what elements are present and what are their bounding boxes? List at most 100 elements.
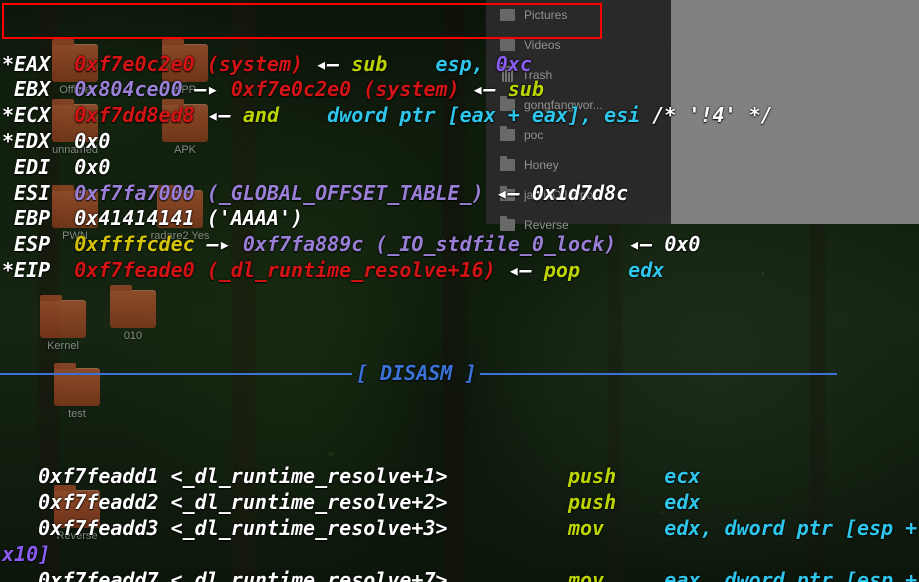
register-row: *EDX 0x0 <box>0 129 919 155</box>
register-name: ECX <box>14 103 51 128</box>
register-marker: * <box>2 257 15 282</box>
disasm-gap2 <box>616 464 664 488</box>
banner-rule-right <box>480 373 838 376</box>
disasm-gap <box>448 464 568 488</box>
register-name: ESP <box>14 232 51 257</box>
register-value-segment: ◂— <box>483 180 532 205</box>
banner-rule-left <box>0 373 352 376</box>
register-gap <box>50 206 74 230</box>
disasm-indent <box>2 490 38 514</box>
screen: Offline APP unnamed APK PWN radare2 Yes Kernel… <box>0 0 919 582</box>
disasm-banner: [ DISASM ] <box>0 361 919 387</box>
register-value-segment: —▸ <box>194 232 243 257</box>
register-value-segment: 0xf7feade0 (_dl_runtime_resolve+16) <box>74 257 496 282</box>
register-value-segment: —▸ <box>182 77 231 102</box>
register-value-segment: 0x0 <box>74 154 111 179</box>
register-row: ESP 0xffffcdec —▸ 0xf7fa889c (_IO_stdfil… <box>0 232 919 258</box>
register-row: EBX 0x804ce00 —▸ 0xf7e0c2e0 (system) ◂— … <box>0 77 919 103</box>
register-value-segment: ◂— <box>303 51 352 76</box>
register-value-segment: ◂— <box>459 77 508 102</box>
register-gap <box>50 232 74 256</box>
register-row: EDI 0x0 <box>0 155 919 181</box>
disasm-row: 0xf7feadd2 <_dl_runtime_resolve+2> push … <box>0 490 919 516</box>
disasm-address: 0xf7feadd7 <_dl_runtime_resolve+7> <box>38 567 448 582</box>
register-value-segment: esp, <box>435 51 496 76</box>
register-value-segment: ◂— <box>194 103 243 128</box>
register-row: ESI 0xf7fa7000 (_GLOBAL_OFFSET_TABLE_) ◂… <box>0 181 919 207</box>
disasm-operands: ecx <box>664 464 701 489</box>
register-value-segment: 0xf7e0c2e0 (system) <box>230 77 460 102</box>
register-value-segment: sub <box>351 51 388 76</box>
register-value-segment: pop <box>543 257 580 282</box>
register-gap <box>50 103 74 127</box>
register-marker <box>2 155 14 179</box>
register-value-segment: 0x1d7d8c <box>531 180 629 205</box>
disasm-gap2 <box>604 516 664 540</box>
register-gap <box>50 77 74 101</box>
disasm-wrap-row: x10] <box>0 542 919 568</box>
registers-panel: *EAX 0xf7e0c2e0 (system) ◂— sub esp, 0xc… <box>0 52 919 284</box>
register-value-segment <box>279 103 327 127</box>
register-row: *ECX 0xf7dd8ed8 ◂— and dword ptr [eax + … <box>0 103 919 129</box>
register-marker <box>2 77 14 101</box>
register-value-segment: 0x804ce00 <box>74 77 183 102</box>
disasm-operands: edx <box>664 490 701 515</box>
register-name: EBX <box>14 77 51 102</box>
register-value-segment: and <box>242 103 279 128</box>
register-name: EDX <box>14 128 51 153</box>
disasm-gap2 <box>616 490 664 514</box>
register-row: EBP 0x41414141 ('AAAA') <box>0 206 919 232</box>
register-gap <box>50 155 74 179</box>
register-gap <box>50 258 74 282</box>
register-gap <box>50 129 74 153</box>
register-name: ESI <box>14 180 51 205</box>
register-value-segment: 0x0 <box>664 232 701 257</box>
register-value-segment <box>580 258 628 282</box>
disasm-address: 0xf7feadd2 <_dl_runtime_resolve+2> <box>38 490 448 515</box>
register-value-segment: 0x0 <box>74 128 111 153</box>
disasm-indent <box>2 516 38 540</box>
register-marker <box>2 206 14 230</box>
register-marker: * <box>2 128 15 153</box>
register-value-segment: 0xf7fa889c (_IO_stdfile_0_lock) <box>242 232 617 257</box>
register-gap <box>50 181 74 205</box>
disasm-mnemonic: push <box>567 490 617 515</box>
register-value-segment: ◂— <box>616 232 665 257</box>
disasm-gap <box>448 490 568 514</box>
register-marker <box>2 181 14 205</box>
disasm-gap <box>448 516 568 540</box>
disasm-row: 0xf7feadd1 <_dl_runtime_resolve+1> push … <box>0 464 919 490</box>
disasm-indent <box>2 568 38 582</box>
register-value-segment: /* '!4' */ <box>652 103 773 128</box>
register-value-segment: 0xf7e0c2e0 (system) <box>74 51 304 76</box>
disasm-address: 0xf7feadd3 <_dl_runtime_resolve+3> <box>38 515 448 540</box>
register-value-segment <box>387 52 435 76</box>
register-row: *EAX 0xf7e0c2e0 (system) ◂— sub esp, 0xc <box>0 52 919 78</box>
register-name: EIP <box>14 257 51 282</box>
disasm-wrap-text: x10] <box>2 541 51 566</box>
disassembly-panel: 0xf7feadd1 <_dl_runtime_resolve+1> push … <box>0 464 919 582</box>
disasm-gap <box>448 568 568 582</box>
disasm-address: 0xf7feadd1 <_dl_runtime_resolve+1> <box>38 464 448 489</box>
register-marker: * <box>2 103 15 128</box>
register-value-segment: dword ptr [eax + eax], esi <box>327 103 653 128</box>
register-value-segment: sub <box>507 77 544 102</box>
register-name: EDI <box>14 154 51 179</box>
register-row: *EIP 0xf7feade0 (_dl_runtime_resolve+16)… <box>0 258 919 284</box>
register-value-segment: 0xf7dd8ed8 <box>74 103 195 128</box>
register-name: EAX <box>14 51 51 76</box>
register-value-segment: 0xc <box>495 51 532 76</box>
terminal-gdb-pwndbg[interactable]: *EAX 0xf7e0c2e0 (system) ◂— sub esp, 0xc… <box>0 0 919 582</box>
disasm-mnemonic: mov <box>567 515 605 540</box>
register-value-segment: 0xf7fa7000 (_GLOBAL_OFFSET_TABLE_) <box>74 180 484 205</box>
disasm-operands: eax, dword ptr [esp + <box>664 567 918 582</box>
disasm-mnemonic: push <box>567 464 617 489</box>
register-value-segment: ◂— <box>495 257 544 282</box>
disasm-row: 0xf7feadd3 <_dl_runtime_resolve+3> mov e… <box>0 516 919 542</box>
register-value-segment: 0xffffcdec <box>74 232 195 257</box>
register-gap <box>50 52 74 76</box>
disasm-gap2 <box>604 568 664 582</box>
disasm-operands: edx, dword ptr [esp + <box>664 515 918 540</box>
register-value-segment: 0x41414141 ('AAAA') <box>74 206 304 231</box>
disasm-indent <box>2 464 38 488</box>
